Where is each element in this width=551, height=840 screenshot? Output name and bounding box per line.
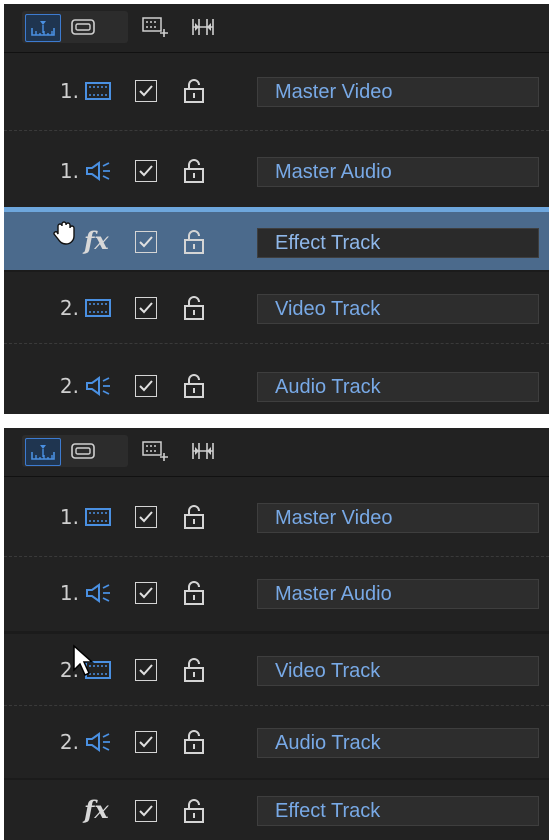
- track-name-field[interactable]: Master Video: [257, 77, 539, 107]
- checkmark-icon: [139, 587, 153, 599]
- effect-track-icon: fx: [84, 226, 109, 255]
- checkmark-icon: [139, 302, 153, 314]
- audio-track-icon: [82, 730, 114, 754]
- track-panel-before: 1. Master Video 1. Master Audio fx Effec…: [4, 4, 549, 414]
- unlock-icon[interactable]: [182, 580, 206, 606]
- track-panel-after: 1. Master Video 1. Master Audio 2. Video…: [4, 428, 549, 840]
- track-row[interactable]: 2. Video Track: [4, 272, 549, 344]
- unlock-icon[interactable]: [182, 78, 206, 104]
- unlock-icon[interactable]: [182, 729, 206, 755]
- track-enable-checkbox[interactable]: [135, 80, 157, 102]
- fit-timeline-button[interactable]: [186, 14, 220, 40]
- track-row[interactable]: fx Effect Track: [4, 780, 549, 840]
- timeline-toolbar: [4, 4, 549, 53]
- timeline-ruler-icon: [31, 445, 55, 460]
- track-enable-checkbox[interactable]: [135, 582, 157, 604]
- track-name-field[interactable]: Master Video: [257, 503, 539, 533]
- grab-hand-cursor-icon: [50, 218, 80, 252]
- track-index: 1.: [59, 79, 79, 103]
- checkmark-icon: [139, 805, 153, 817]
- track-enable-checkbox[interactable]: [135, 160, 157, 182]
- track-name-field[interactable]: Video Track: [257, 656, 539, 686]
- timeline-toolbar: [4, 428, 549, 477]
- track-enable-checkbox[interactable]: [135, 731, 157, 753]
- track-enable-checkbox[interactable]: [135, 375, 157, 397]
- checkmark-icon: [139, 380, 153, 392]
- timeline-view-button[interactable]: [25, 438, 61, 466]
- track-name-field[interactable]: Audio Track: [257, 372, 539, 402]
- track-index: 2.: [59, 730, 79, 754]
- track-row[interactable]: 2. Audio Track: [4, 706, 549, 778]
- storyboard-view-button[interactable]: [66, 438, 100, 464]
- checkmark-icon: [139, 236, 153, 248]
- track-manager-button[interactable]: [138, 14, 172, 40]
- checkmark-icon: [139, 736, 153, 748]
- checkmark-icon: [139, 511, 153, 523]
- track-row[interactable]: 1. Master Video: [4, 53, 549, 131]
- mouse-pointer-icon: [72, 644, 96, 682]
- video-track-icon: [82, 296, 114, 320]
- track-name-field[interactable]: Master Audio: [257, 157, 539, 187]
- track-enable-checkbox[interactable]: [135, 659, 157, 681]
- storyboard-icon: [71, 19, 95, 35]
- audio-track-icon: [82, 374, 114, 398]
- unlock-icon[interactable]: [182, 229, 206, 255]
- add-track-icon: [142, 17, 168, 37]
- track-row[interactable]: 2. Audio Track: [4, 344, 549, 414]
- track-name-field[interactable]: Effect Track: [257, 228, 539, 258]
- track-index: 2.: [59, 374, 79, 398]
- checkmark-icon: [139, 85, 153, 97]
- audio-track-icon: [82, 159, 114, 183]
- track-row[interactable]: 1. Master Audio: [4, 557, 549, 631]
- timeline-view-button[interactable]: [25, 14, 61, 42]
- video-track-icon: [82, 79, 114, 103]
- track-index: 1.: [59, 581, 79, 605]
- track-row[interactable]: 1. Master Audio: [4, 131, 549, 207]
- unlock-icon[interactable]: [182, 373, 206, 399]
- checkmark-icon: [139, 664, 153, 676]
- track-row-dragging[interactable]: fx Effect Track: [4, 212, 549, 270]
- view-toggle-group: [22, 11, 128, 43]
- storyboard-icon: [71, 443, 95, 459]
- add-track-icon: [142, 441, 168, 461]
- unlock-icon[interactable]: [182, 798, 206, 824]
- track-enable-checkbox[interactable]: [135, 506, 157, 528]
- fit-timeline-icon: [192, 443, 214, 459]
- track-name-field[interactable]: Master Audio: [257, 579, 539, 609]
- track-name-field[interactable]: Video Track: [257, 294, 539, 324]
- video-track-icon: [82, 505, 114, 529]
- unlock-icon[interactable]: [182, 295, 206, 321]
- effect-track-icon: fx: [84, 795, 109, 824]
- unlock-icon[interactable]: [182, 158, 206, 184]
- audio-track-icon: [82, 581, 114, 605]
- view-toggle-group: [22, 435, 128, 467]
- track-name-field[interactable]: Audio Track: [257, 728, 539, 758]
- track-index: 2.: [59, 296, 79, 320]
- storyboard-view-button[interactable]: [66, 14, 100, 40]
- unlock-icon[interactable]: [182, 657, 206, 683]
- fit-timeline-icon: [192, 19, 214, 35]
- track-enable-checkbox[interactable]: [135, 800, 157, 822]
- track-name-field[interactable]: Effect Track: [257, 796, 539, 826]
- checkmark-icon: [139, 165, 153, 177]
- track-manager-button[interactable]: [138, 438, 172, 464]
- track-row[interactable]: 1. Master Video: [4, 477, 549, 557]
- track-enable-checkbox[interactable]: [135, 231, 157, 253]
- track-enable-checkbox[interactable]: [135, 297, 157, 319]
- unlock-icon[interactable]: [182, 504, 206, 530]
- timeline-ruler-icon: [31, 21, 55, 36]
- track-index: 1.: [59, 505, 79, 529]
- track-index: 1.: [59, 159, 79, 183]
- fit-timeline-button[interactable]: [186, 438, 220, 464]
